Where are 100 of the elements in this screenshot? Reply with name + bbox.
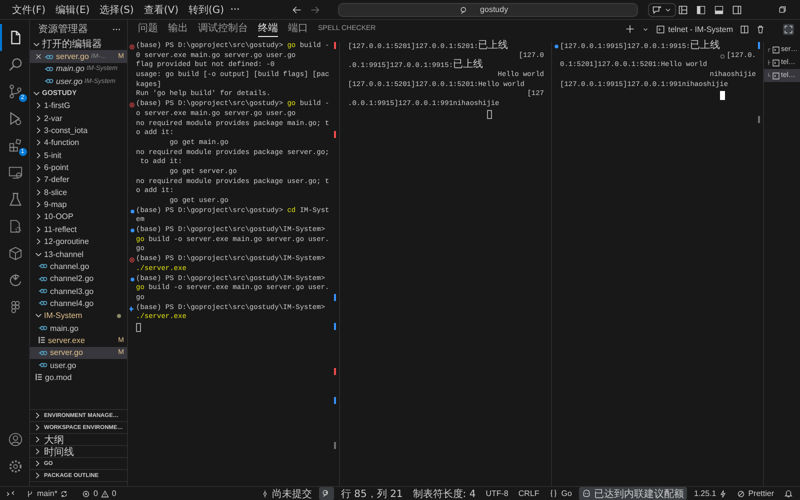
folder-item[interactable]: 8-slice: [30, 186, 127, 198]
commit-status[interactable]: 尚未提交: [258, 487, 315, 500]
zoom-button[interactable]: [318, 487, 334, 500]
file-item[interactable]: channel.go: [30, 260, 127, 273]
folder-item[interactable]: 9-map: [30, 198, 127, 211]
file-item[interactable]: main.go: [30, 322, 127, 334]
folder-item[interactable]: 10-OOP: [30, 210, 127, 224]
blocks-icon: [8, 138, 23, 153]
status-item[interactable]: 行 85，列 21: [338, 487, 406, 500]
file-item[interactable]: channel4.go: [30, 297, 127, 310]
problems-status[interactable]: 0 0: [79, 487, 120, 500]
hollow-circle-icon: [720, 54, 726, 60]
account-icon: [8, 432, 23, 447]
menu-item[interactable]: 查看(V): [140, 2, 182, 18]
scrollbar-marker: [334, 397, 336, 404]
status-item[interactable]: 制表符长度: 4: [410, 487, 479, 500]
file-item[interactable]: channel3.go: [30, 284, 127, 298]
folder-item[interactable]: 4-function: [30, 136, 127, 150]
warning-icon: [100, 490, 109, 498]
prohibited-icon: [737, 490, 746, 498]
chat-button[interactable]: [648, 2, 676, 16]
plus-icon: [625, 24, 636, 34]
panel-tab[interactable]: 终端: [258, 21, 278, 37]
dot-icon: [554, 44, 558, 50]
scrollbar-marker: [758, 116, 760, 123]
copilot-status[interactable]: 已达到内联建议配额: [578, 487, 687, 500]
close-icon: [35, 53, 42, 60]
dot-icon: [130, 276, 134, 282]
terminal-icon: [772, 58, 780, 66]
go-file-icon: [38, 288, 48, 294]
folder-item[interactable]: 13-channel: [30, 248, 127, 260]
panel-tab[interactable]: 调试控制台: [198, 21, 248, 37]
dot-icon: [130, 228, 134, 234]
scrollbar-marker: [334, 368, 336, 375]
language-status[interactable]: Go: [546, 487, 575, 500]
search-field[interactable]: gostudy: [338, 2, 638, 16]
terminal-icon: [772, 72, 780, 80]
scrollbar-marker: [758, 42, 760, 49]
chevron-icon: [33, 40, 40, 48]
scrollbar-marker: [334, 323, 336, 330]
lines-file-icon: [38, 336, 46, 344]
menu-item[interactable]: 选择(S): [96, 2, 138, 18]
file-item[interactable]: go.mod: [30, 371, 127, 384]
cube-icon: [8, 246, 23, 261]
go-file-icon: [38, 263, 48, 270]
file-item[interactable]: channel2.go: [30, 272, 127, 285]
chat-sparkle-icon: [652, 4, 662, 14]
panel-tab[interactable]: 端口: [288, 21, 308, 37]
section-header[interactable]: 时间线: [30, 446, 127, 458]
split-icon: [740, 24, 749, 34]
sync-icon: [60, 490, 68, 498]
zoom-icon: [322, 489, 331, 498]
version-status[interactable]: 1.25.1: [690, 487, 730, 500]
go-file-icon: [44, 66, 54, 72]
error-icon: [82, 490, 90, 498]
remote-icon: [6, 489, 15, 498]
scrollbar-marker: [334, 130, 336, 138]
scrollbar-marker: [334, 294, 336, 301]
secondary-sidebar-icon: [732, 4, 742, 14]
folder-item[interactable]: 6-point: [30, 161, 127, 174]
tree-connector-icon: [766, 58, 771, 67]
error-circle-icon: [129, 256, 135, 263]
panel-tab[interactable]: 问题: [138, 21, 158, 37]
folder-item[interactable]: 12-goroutine: [30, 236, 127, 248]
terminal-dropdown[interactable]: telnet - IM-System: [656, 24, 733, 34]
terminal-icon: [772, 46, 780, 54]
chevron-icon: [35, 312, 42, 320]
scrollbar-marker: [334, 42, 336, 49]
folder-item[interactable]: 3-const_iota: [30, 124, 127, 137]
menu-item[interactable]: 转到(G): [184, 2, 228, 18]
menu-item[interactable]: 文件(F): [8, 2, 50, 18]
folder-item[interactable]: 2-var: [30, 112, 127, 124]
panel-toggle-icon: [714, 4, 724, 14]
folder-item[interactable]: 1-firstG: [30, 100, 127, 112]
file-item[interactable]: user.go: [30, 358, 127, 372]
go-file-icon: [44, 54, 54, 60]
go-file-icon: [38, 362, 48, 368]
go-file-icon: [38, 350, 48, 356]
section-header[interactable]: 大纲: [30, 434, 127, 446]
circular-arrow-icon: [8, 273, 23, 288]
folder-item[interactable]: 5-init: [30, 149, 127, 162]
menu-item[interactable]: 编辑(E): [52, 2, 94, 18]
section-header[interactable]: 打开的编辑器: [30, 38, 127, 50]
prettier-status[interactable]: Prettier: [734, 487, 777, 500]
bell-icon: [784, 489, 793, 498]
branch-status[interactable]: main*: [23, 487, 72, 500]
monitor-icon: [8, 165, 23, 180]
braces-icon: [549, 489, 558, 498]
lightning-icon: [719, 490, 728, 498]
layout-icon: [678, 4, 688, 14]
panel-tab[interactable]: 输出: [168, 21, 188, 37]
status-item[interactable]: UTF-8: [482, 487, 512, 500]
lines-file-icon: [35, 373, 43, 382]
caret-icon: [642, 26, 650, 32]
go-file-icon: [38, 325, 48, 332]
folder-item[interactable]: 7-defer: [30, 174, 127, 186]
folder-item[interactable]: IM-System: [30, 310, 127, 322]
folder-item[interactable]: 11-reflect: [30, 223, 127, 236]
status-item[interactable]: CRLF: [515, 487, 542, 500]
branch-icon: [26, 490, 34, 498]
